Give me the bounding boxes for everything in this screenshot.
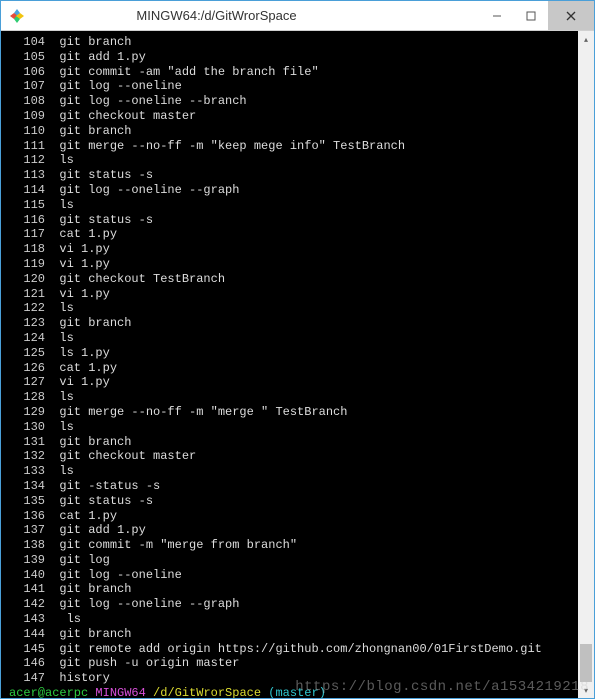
minimize-button[interactable] (480, 1, 514, 30)
maximize-button[interactable] (514, 1, 548, 30)
history-line: 115 ls (9, 198, 578, 213)
history-line: 131 git branch (9, 435, 578, 450)
app-icon (9, 8, 25, 24)
history-line: 128 ls (9, 390, 578, 405)
window-controls (480, 1, 594, 30)
history-line: 141 git branch (9, 582, 578, 597)
history-line: 106 git commit -am "add the branch file" (9, 65, 578, 80)
history-line: 129 git merge --no-ff -m "merge " TestBr… (9, 405, 578, 420)
history-line: 111 git merge --no-ff -m "keep mege info… (9, 139, 578, 154)
history-line: 121 vi 1.py (9, 287, 578, 302)
history-line: 113 git status -s (9, 168, 578, 183)
history-line: 135 git status -s (9, 494, 578, 509)
history-line: 143 ls (9, 612, 578, 627)
titlebar: MINGW64:/d/GitWrorSpace (1, 1, 594, 31)
history-line: 124 ls (9, 331, 578, 346)
scroll-up-icon[interactable]: ▴ (578, 31, 594, 47)
history-line: 145 git remote add origin https://github… (9, 642, 578, 657)
history-line: 108 git log --oneline --branch (9, 94, 578, 109)
scroll-down-icon[interactable]: ▾ (578, 682, 594, 698)
close-button[interactable] (548, 1, 594, 30)
terminal-window: MINGW64:/d/GitWrorSpace 104 git branch10… (0, 0, 595, 699)
history-line: 139 git log (9, 553, 578, 568)
history-line: 146 git push -u origin master (9, 656, 578, 671)
history-line: 132 git checkout master (9, 449, 578, 464)
history-line: 116 git status -s (9, 213, 578, 228)
history-line: 126 cat 1.py (9, 361, 578, 376)
history-line: 117 cat 1.py (9, 227, 578, 242)
history-line: 114 git log --oneline --graph (9, 183, 578, 198)
history-line: 118 vi 1.py (9, 242, 578, 257)
history-line: 147 history (9, 671, 578, 686)
history-line: 130 ls (9, 420, 578, 435)
history-line: 138 git commit -m "merge from branch" (9, 538, 578, 553)
history-line: 123 git branch (9, 316, 578, 331)
history-line: 142 git log --oneline --graph (9, 597, 578, 612)
history-line: 109 git checkout master (9, 109, 578, 124)
history-line: 133 ls (9, 464, 578, 479)
history-line: 134 git -status -s (9, 479, 578, 494)
terminal-area: 104 git branch105 git add 1.py106 git co… (1, 31, 594, 698)
history-line: 140 git log --oneline (9, 568, 578, 583)
history-line: 104 git branch (9, 35, 578, 50)
history-line: 107 git log --oneline (9, 79, 578, 94)
history-line: 136 cat 1.py (9, 509, 578, 524)
history-line: 112 ls (9, 153, 578, 168)
window-title: MINGW64:/d/GitWrorSpace (0, 8, 480, 23)
scrollbar-thumb[interactable] (580, 644, 592, 682)
history-line: 120 git checkout TestBranch (9, 272, 578, 287)
history-line: 144 git branch (9, 627, 578, 642)
history-line: 122 ls (9, 301, 578, 316)
history-line: 137 git add 1.py (9, 523, 578, 538)
terminal-output[interactable]: 104 git branch105 git add 1.py106 git co… (1, 31, 578, 698)
history-line: 119 vi 1.py (9, 257, 578, 272)
history-line: 110 git branch (9, 124, 578, 139)
scrollbar[interactable]: ▴ ▾ (578, 31, 594, 698)
history-line: 125 ls 1.py (9, 346, 578, 361)
history-line: 127 vi 1.py (9, 375, 578, 390)
history-line: 105 git add 1.py (9, 50, 578, 65)
prompt-line: acer@acerpc MINGW64 /d/GitWrorSpace (mas… (9, 686, 578, 698)
